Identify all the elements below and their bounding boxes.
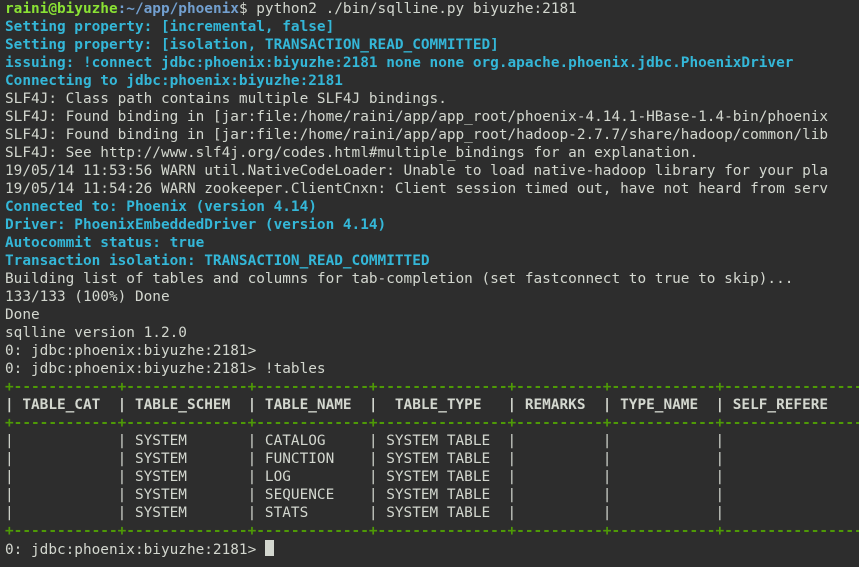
output-line: sqlline version 1.2.0 bbox=[5, 325, 187, 341]
output-line: Transaction isolation: TRANSACTION_READ_… bbox=[5, 253, 430, 269]
output-line: Driver: PhoenixEmbeddedDriver (version 4… bbox=[5, 217, 387, 233]
table-row: | | SYSTEM | STATS | SYSTEM TABLE | | | bbox=[5, 505, 725, 521]
output-line: 19/05/14 11:53:56 WARN util.NativeCodeLo… bbox=[5, 163, 829, 179]
table-border-mid: +------------+--------------+-----------… bbox=[5, 415, 859, 431]
prompt-symbol: $ bbox=[238, 1, 257, 17]
output-line: Building list of tables and columns for … bbox=[5, 271, 794, 287]
prompt-user-host: raini@biyuzhe bbox=[5, 1, 118, 17]
prompt-path: :~/app/phoenix bbox=[117, 1, 239, 17]
output-line: Setting property: [incremental, false] bbox=[5, 19, 335, 35]
terminal-window[interactable]: raini@biyuzhe:~/app/phoenix$ python2 ./b… bbox=[0, 0, 859, 567]
table-row: | | SYSTEM | SEQUENCE | SYSTEM TABLE | |… bbox=[5, 487, 725, 503]
command-text: python2 ./bin/sqlline.py biyuzhe:2181 bbox=[256, 1, 577, 17]
output-line: SLF4J: See http://www.slf4j.org/codes.ht… bbox=[5, 145, 699, 161]
output-line: Setting property: [isolation, TRANSACTIO… bbox=[5, 37, 499, 53]
command-line: raini@biyuzhe:~/app/phoenix$ python2 ./b… bbox=[5, 0, 859, 18]
output-line: SLF4J: Found binding in [jar:file:/home/… bbox=[5, 127, 829, 143]
output-line: issuing: !connect jdbc:phoenix:biyuzhe:2… bbox=[5, 55, 794, 71]
table-row: | | SYSTEM | FUNCTION | SYSTEM TABLE | |… bbox=[5, 451, 725, 467]
output-line: SLF4J: Found binding in [jar:file:/home/… bbox=[5, 109, 829, 125]
output-line: 0: jdbc:phoenix:biyuzhe:2181> !tables bbox=[5, 361, 326, 377]
text-cursor bbox=[264, 540, 274, 556]
table-border-top: +------------+--------------+-----------… bbox=[5, 379, 859, 395]
output-line: SLF4J: Class path contains multiple SLF4… bbox=[5, 91, 447, 107]
output-line: 133/133 (100%) Done bbox=[5, 289, 170, 305]
output-line: Connecting to jdbc:phoenix:biyuzhe:2181 bbox=[5, 73, 343, 89]
table-border-bottom: +------------+--------------+-----------… bbox=[5, 523, 859, 539]
output-line: Connected to: Phoenix (version 4.14) bbox=[5, 199, 317, 215]
output-line: 19/05/14 11:54:26 WARN zookeeper.ClientC… bbox=[5, 181, 829, 197]
table-row: | | SYSTEM | CATALOG | SYSTEM TABLE | | … bbox=[5, 433, 725, 449]
output-line: Autocommit status: true bbox=[5, 235, 205, 251]
final-prompt-line[interactable]: 0: jdbc:phoenix:biyuzhe:2181> bbox=[5, 540, 859, 558]
output-line: 0: jdbc:phoenix:biyuzhe:2181> bbox=[5, 343, 257, 359]
table-header-row: | TABLE_CAT | TABLE_SCHEM | TABLE_NAME |… bbox=[5, 397, 829, 413]
output-line: Done bbox=[5, 307, 40, 323]
final-prompt-text: 0: jdbc:phoenix:biyuzhe:2181> bbox=[5, 542, 265, 558]
table-row: | | SYSTEM | LOG | SYSTEM TABLE | | | bbox=[5, 469, 725, 485]
